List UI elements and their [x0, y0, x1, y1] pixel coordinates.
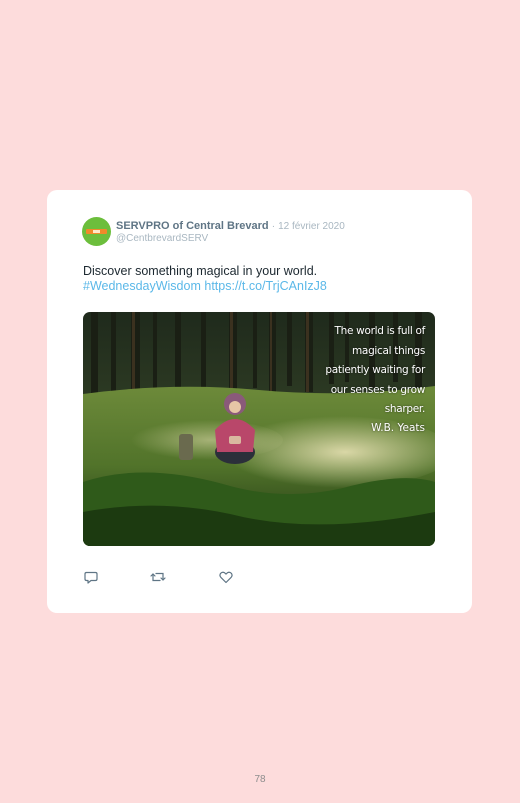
image-quote: The world is full of magical things pati…: [295, 322, 425, 420]
hashtag-link[interactable]: #WednesdayWisdom: [83, 279, 201, 293]
author-handle[interactable]: @CentbrevardSERV: [116, 233, 208, 245]
tweet-text-line: Discover something magical in your world…: [83, 264, 318, 278]
quote-line: The world is full of: [334, 325, 426, 337]
reply-button[interactable]: [83, 569, 99, 585]
tweet-card: SERVPRO of Central Brevard · 12 février …: [47, 190, 472, 613]
retweet-icon: [150, 572, 166, 582]
tweet-image[interactable]: The world is full of magical things pati…: [83, 312, 435, 546]
tweet-date[interactable]: 12 février 2020: [278, 221, 345, 232]
page-number: 78: [254, 774, 266, 785]
date-separator: ·: [271, 221, 276, 232]
retweet-button[interactable]: [150, 569, 166, 585]
url-link[interactable]: https://t.co/TrjCAnIzJ8: [204, 279, 327, 293]
heart-icon: [219, 571, 233, 584]
quote-line: patiently waiting for: [325, 364, 425, 376]
quote-line: our senses to grow: [330, 383, 426, 396]
quote-line: magical things: [352, 344, 425, 357]
quote-author: W.B. Yeats: [371, 422, 425, 434]
tweet-author: SERVPRO of Central Brevard · 12 février …: [116, 220, 345, 233]
quote-line: sharper.: [384, 403, 426, 415]
like-button[interactable]: [218, 569, 234, 585]
tweet-text: Discover something magical in your world…: [83, 264, 443, 294]
reply-icon: [84, 571, 98, 584]
avatar[interactable]: [82, 217, 111, 246]
author-name[interactable]: SERVPRO of Central Brevard: [116, 220, 269, 232]
